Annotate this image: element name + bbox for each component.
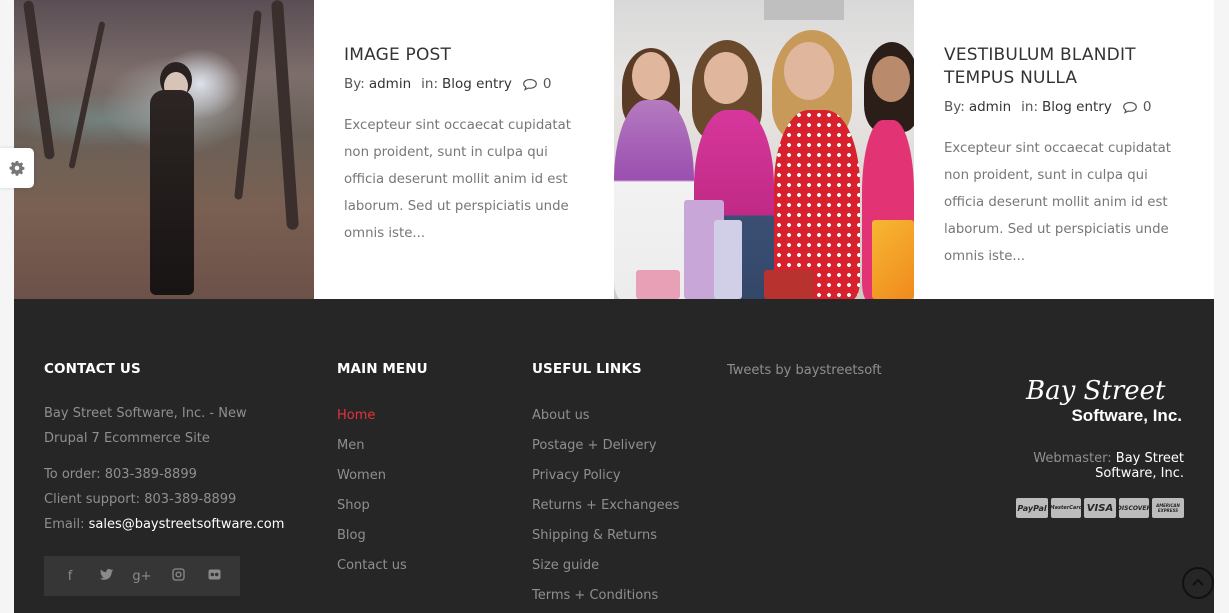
comments-number: 0 xyxy=(542,76,552,92)
link-shipping-returns[interactable]: Shipping & Returns xyxy=(532,521,702,551)
shopping-bag xyxy=(764,270,814,299)
tree-trunk xyxy=(68,21,106,169)
menu-item-men[interactable]: Men xyxy=(337,431,497,461)
email-label: Email: xyxy=(44,517,85,532)
post-image-shopping[interactable] xyxy=(614,0,914,299)
link-about-us[interactable]: About us xyxy=(532,401,702,431)
post-meta: By: admin in: Blog entry 0 xyxy=(944,99,1184,115)
order-phone: To order: 803-389-8899 xyxy=(44,467,197,482)
tree-trunk xyxy=(270,0,300,231)
post-meta: By: admin in: Blog entry 0 xyxy=(344,76,584,92)
link-terms-conditions[interactable]: Terms + Conditions xyxy=(532,581,702,611)
google-plus-icon[interactable]: g+ xyxy=(132,569,152,584)
mastercard-icon: MasterCard xyxy=(1050,498,1082,518)
support-phone: Client support: 803-389-8899 xyxy=(44,492,237,507)
category-link[interactable]: Blog entry xyxy=(442,76,512,92)
facebook-icon[interactable]: f xyxy=(60,569,80,584)
face xyxy=(632,52,670,100)
contact-heading: CONTACT US xyxy=(44,361,141,377)
gear-icon xyxy=(9,161,25,176)
post-title[interactable]: VESTIBULUM BLANDIT TEMPUS NULLA xyxy=(944,44,1184,90)
useful-links-heading: USEFUL LINKS xyxy=(532,361,642,377)
author-link[interactable]: admin xyxy=(969,99,1011,115)
tree-trunk xyxy=(22,0,56,160)
company-name: Bay Street Software, Inc. - New Drupal 7… xyxy=(44,406,247,446)
paypal-icon: PayPal xyxy=(1016,498,1048,518)
bay-street-logo[interactable]: Bay Street Software, Inc. xyxy=(1024,369,1184,429)
useful-links-list: About us Postage + Delivery Privacy Poli… xyxy=(532,401,702,611)
amex-icon: AMERICAN EXPRESS xyxy=(1152,498,1184,518)
webmaster-line: Webmaster: Bay Street Software, Inc. xyxy=(984,451,1184,481)
in-label: in: xyxy=(421,76,438,92)
face xyxy=(784,42,834,100)
comment-icon xyxy=(1122,101,1137,114)
post-image-forest[interactable] xyxy=(14,0,314,299)
post-excerpt: Excepteur sint occaecat cupidatat non pr… xyxy=(944,141,1171,264)
instagram-icon[interactable] xyxy=(168,567,188,585)
footer-main-menu: MAIN MENU Home Men Women Shop Blog Conta… xyxy=(337,361,497,581)
post-card-2: VESTIBULUM BLANDIT TEMPUS NULLA By: admi… xyxy=(914,0,1214,299)
link-returns-exchanges[interactable]: Returns + Exchangees xyxy=(532,491,702,521)
main-menu-list: Home Men Women Shop Blog Contact us xyxy=(337,401,497,581)
svg-text:Bay Street: Bay Street xyxy=(1025,376,1166,406)
contact-lines: To order: 803-389-8899 Client support: 8… xyxy=(44,462,294,537)
post-title[interactable]: IMAGE POST xyxy=(344,44,584,67)
by-label: By: xyxy=(944,99,965,115)
menu-item-shop[interactable]: Shop xyxy=(337,491,497,521)
figure-dress xyxy=(150,90,194,295)
comments-number: 0 xyxy=(1142,99,1152,115)
tree-trunk xyxy=(234,10,262,200)
footer-brand: Bay Street Software, Inc. Webmaster: Bay… xyxy=(984,369,1184,518)
category-link[interactable]: Blog entry xyxy=(1042,99,1112,115)
payment-methods: PayPal MasterCard VISA DISCOVER AMERICAN… xyxy=(984,498,1184,518)
shopping-bag xyxy=(636,270,680,299)
in-label: in: xyxy=(1021,99,1038,115)
shopping-bag xyxy=(872,220,914,299)
blog-posts-strip: IMAGE POST By: admin in: Blog entry 0 Ex… xyxy=(14,0,1214,299)
webmaster-label: Webmaster: xyxy=(1033,451,1112,466)
email-line: Email: sales@baystreetsoftware.com xyxy=(44,512,294,537)
scroll-to-top-button[interactable] xyxy=(1182,567,1214,599)
menu-item-blog[interactable]: Blog xyxy=(337,521,497,551)
twitter-icon[interactable] xyxy=(96,568,116,584)
discover-icon: DISCOVER xyxy=(1117,498,1151,518)
flickr-icon[interactable] xyxy=(204,569,224,584)
menu-item-women[interactable]: Women xyxy=(337,461,497,491)
footer-useful-links: USEFUL LINKS About us Postage + Delivery… xyxy=(532,361,702,611)
face xyxy=(704,52,748,104)
comment-icon xyxy=(522,78,537,91)
settings-toggle-button[interactable] xyxy=(0,148,34,188)
footer-contact: CONTACT US Bay Street Software, Inc. - N… xyxy=(44,361,294,596)
svg-text:Software, Inc.: Software, Inc. xyxy=(1071,406,1182,425)
mall-sign xyxy=(764,0,844,20)
by-label: By: xyxy=(344,76,365,92)
shopping-bag xyxy=(714,220,742,299)
post-excerpt: Excepteur sint occaecat cupidatat non pr… xyxy=(344,118,571,241)
link-privacy-policy[interactable]: Privacy Policy xyxy=(532,461,702,491)
comments-count[interactable]: 0 xyxy=(522,76,552,92)
social-links: f g+ xyxy=(44,556,240,596)
link-postage-delivery[interactable]: Postage + Delivery xyxy=(532,431,702,461)
comments-count[interactable]: 0 xyxy=(1122,99,1152,115)
visa-icon: VISA xyxy=(1084,498,1116,518)
email-link[interactable]: sales@baystreetsoftware.com xyxy=(89,517,285,532)
page: IMAGE POST By: admin in: Blog entry 0 Ex… xyxy=(0,0,1229,613)
author-link[interactable]: admin xyxy=(369,76,411,92)
menu-item-home[interactable]: Home xyxy=(337,401,497,431)
post-card-1: IMAGE POST By: admin in: Blog entry 0 Ex… xyxy=(314,0,614,299)
main-menu-heading: MAIN MENU xyxy=(337,361,428,377)
chevron-up-icon xyxy=(1192,578,1204,586)
link-size-guide[interactable]: Size guide xyxy=(532,551,702,581)
site-footer: CONTACT US Bay Street Software, Inc. - N… xyxy=(14,299,1214,613)
face xyxy=(872,56,910,102)
menu-item-contact[interactable]: Contact us xyxy=(337,551,497,581)
tweets-link[interactable]: Tweets by baystreetsoft xyxy=(727,363,882,378)
